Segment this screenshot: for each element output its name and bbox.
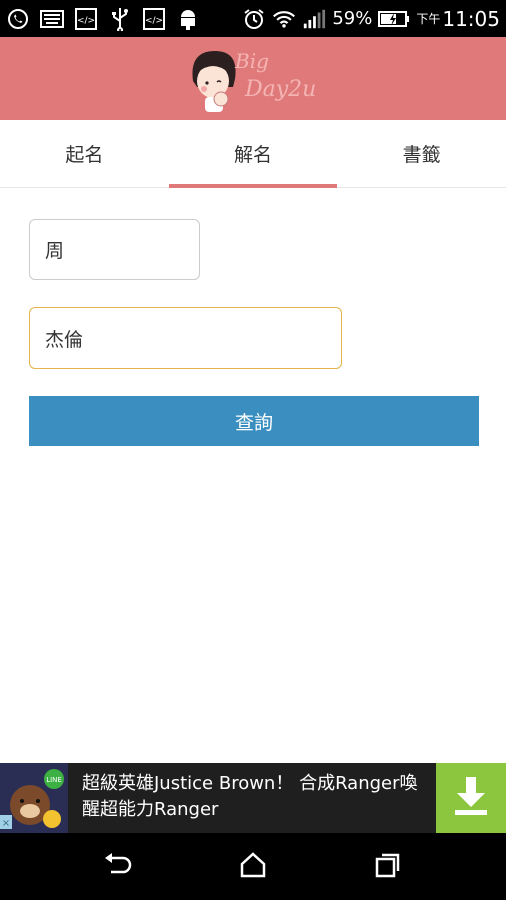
logo-text: Day2u (245, 77, 317, 102)
back-icon (103, 852, 133, 882)
tab-name-analysis[interactable]: 解名 (168, 120, 338, 188)
code-icon: </> (74, 7, 98, 30)
alarm-icon (242, 8, 266, 30)
back-button[interactable] (93, 842, 143, 892)
ad-banner[interactable]: LINE × 超級英雄Justice Brown！ 合成Ranger喚醒超能力R… (0, 763, 506, 833)
app-header: Big Day2u (0, 37, 506, 120)
signal-icon (302, 8, 326, 30)
clock: 11:05 (442, 6, 500, 31)
whatsapp-icon (6, 8, 30, 30)
ad-badge: LINE (46, 776, 62, 784)
keyboard-icon (40, 8, 64, 30)
home-button[interactable] (228, 842, 278, 892)
tab-naming[interactable]: 起名 (0, 120, 169, 187)
surname-input[interactable]: 周 (29, 219, 200, 280)
ad-text[interactable]: 超級英雄Justice Brown！ 合成Ranger喚醒超能力Ranger (68, 763, 436, 833)
logo-text: Big (235, 49, 269, 73)
ad-image[interactable]: LINE × (0, 763, 68, 833)
download-button[interactable] (436, 763, 506, 833)
given-name-input[interactable]: 杰倫 (29, 307, 342, 369)
code-icon: </> (142, 7, 166, 30)
wifi-icon (272, 8, 296, 30)
battery-percent: 59% (332, 8, 373, 29)
svg-text:</>: </> (145, 16, 163, 26)
recents-button[interactable] (363, 842, 413, 892)
android-icon (176, 8, 200, 30)
status-bar: </> </> 59% 下午 11:05 (0, 0, 506, 37)
svg-text:</>: </> (77, 16, 95, 26)
navigation-bar (0, 833, 506, 900)
query-button[interactable]: 查詢 (29, 396, 479, 446)
tab-bar: 起名 解名 書籤 (0, 120, 506, 188)
app-logo: Big Day2u (183, 41, 323, 116)
recents-icon (374, 851, 402, 883)
time-prefix: 下午 (416, 12, 441, 26)
download-icon (451, 775, 491, 821)
tab-bookmarks[interactable]: 書籤 (337, 120, 506, 187)
battery-charging-icon (378, 8, 410, 30)
svg-text:×: × (2, 818, 10, 829)
usb-icon (108, 7, 132, 31)
home-icon (239, 851, 267, 883)
